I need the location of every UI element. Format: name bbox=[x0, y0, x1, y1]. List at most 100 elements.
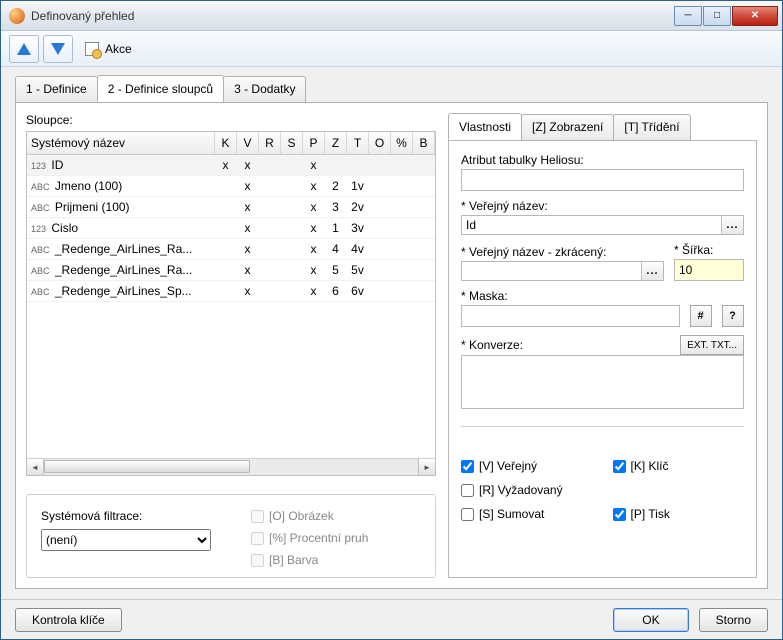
col-pct[interactable]: % bbox=[391, 132, 413, 155]
cell-r[interactable] bbox=[259, 260, 281, 281]
maska-help-button[interactable]: ? bbox=[722, 305, 744, 327]
col-z[interactable]: Z bbox=[325, 132, 347, 155]
tab-definice-sloupcu[interactable]: 2 - Definice sloupců bbox=[97, 75, 224, 102]
cell-pct[interactable] bbox=[391, 176, 413, 197]
cell-sysname[interactable]: 123 ID bbox=[27, 155, 215, 176]
chk-verejny[interactable]: [V] Veřejný bbox=[461, 459, 593, 473]
cell-p[interactable]: x bbox=[303, 155, 325, 176]
chk-klic-input[interactable] bbox=[613, 460, 626, 473]
storno-button[interactable]: Storno bbox=[699, 608, 768, 632]
col-p[interactable]: P bbox=[303, 132, 325, 155]
sirka-input[interactable] bbox=[674, 259, 744, 281]
col-t[interactable]: T bbox=[347, 132, 369, 155]
cell-v[interactable]: x bbox=[237, 197, 259, 218]
cell-pct[interactable] bbox=[391, 155, 413, 176]
chk-vyzadovany-input[interactable] bbox=[461, 484, 474, 497]
chk-klic[interactable]: [K] Klíč bbox=[613, 459, 745, 473]
cell-s[interactable] bbox=[281, 239, 303, 260]
maska-input[interactable] bbox=[461, 305, 680, 327]
maska-hash-button[interactable]: # bbox=[690, 305, 712, 327]
cell-s[interactable] bbox=[281, 218, 303, 239]
cell-t[interactable]: 2v bbox=[347, 197, 369, 218]
cell-k[interactable] bbox=[215, 197, 237, 218]
verejny-zkraceny-ellipsis-button[interactable]: ... bbox=[641, 262, 663, 280]
maximize-button[interactable]: □ bbox=[703, 6, 731, 26]
cell-t[interactable]: 6v bbox=[347, 281, 369, 302]
col-o[interactable]: O bbox=[369, 132, 391, 155]
cell-p[interactable]: x bbox=[303, 260, 325, 281]
cell-z[interactable]: 6 bbox=[325, 281, 347, 302]
scroll-right-button[interactable]: ► bbox=[418, 459, 435, 475]
cell-o[interactable] bbox=[369, 155, 391, 176]
chk-barva-input[interactable] bbox=[251, 554, 264, 567]
cell-o[interactable] bbox=[369, 260, 391, 281]
cell-sysname[interactable]: 123 Cislo bbox=[27, 218, 215, 239]
cell-t[interactable]: 3v bbox=[347, 218, 369, 239]
cell-v[interactable]: x bbox=[237, 176, 259, 197]
cell-v[interactable]: x bbox=[237, 155, 259, 176]
chk-obrazek-input[interactable] bbox=[251, 510, 264, 523]
cell-r[interactable] bbox=[259, 155, 281, 176]
tab-zobrazeni[interactable]: [Z] Zobrazení bbox=[521, 114, 614, 141]
chk-tisk[interactable]: [P] Tisk bbox=[613, 507, 745, 521]
cell-b[interactable] bbox=[413, 176, 435, 197]
cell-o[interactable] bbox=[369, 239, 391, 260]
cell-pct[interactable] bbox=[391, 218, 413, 239]
cell-pct[interactable] bbox=[391, 197, 413, 218]
chk-verejny-input[interactable] bbox=[461, 460, 474, 473]
cell-sysname[interactable]: ABC Prijmeni (100) bbox=[27, 197, 215, 218]
cell-v[interactable]: x bbox=[237, 260, 259, 281]
cell-b[interactable] bbox=[413, 155, 435, 176]
cell-s[interactable] bbox=[281, 155, 303, 176]
cell-pct[interactable] bbox=[391, 260, 413, 281]
cell-b[interactable] bbox=[413, 218, 435, 239]
cell-t[interactable]: 5v bbox=[347, 260, 369, 281]
cell-z[interactable]: 3 bbox=[325, 197, 347, 218]
tab-vlastnosti[interactable]: Vlastnosti bbox=[448, 113, 522, 140]
cell-v[interactable]: x bbox=[237, 218, 259, 239]
col-r[interactable]: R bbox=[259, 132, 281, 155]
cell-b[interactable] bbox=[413, 260, 435, 281]
cell-r[interactable] bbox=[259, 281, 281, 302]
col-sysname[interactable]: Systémový název bbox=[27, 132, 215, 155]
cell-z[interactable]: 5 bbox=[325, 260, 347, 281]
cell-s[interactable] bbox=[281, 197, 303, 218]
cell-o[interactable] bbox=[369, 197, 391, 218]
cell-o[interactable] bbox=[369, 176, 391, 197]
col-b[interactable]: B bbox=[413, 132, 435, 155]
cell-p[interactable]: x bbox=[303, 218, 325, 239]
minimize-button[interactable]: ─ bbox=[674, 6, 702, 26]
cell-r[interactable] bbox=[259, 239, 281, 260]
cell-z[interactable]: 4 bbox=[325, 239, 347, 260]
chk-vyzadovany[interactable]: [R] Vyžadovaný bbox=[461, 483, 593, 497]
cell-r[interactable] bbox=[259, 218, 281, 239]
cell-p[interactable]: x bbox=[303, 176, 325, 197]
kontrola-klice-button[interactable]: Kontrola klíče bbox=[15, 608, 122, 632]
cell-p[interactable]: x bbox=[303, 281, 325, 302]
chk-tisk-input[interactable] bbox=[613, 508, 626, 521]
horizontal-scrollbar[interactable]: ◄ ► bbox=[27, 458, 435, 475]
col-v[interactable]: V bbox=[237, 132, 259, 155]
cell-k[interactable] bbox=[215, 260, 237, 281]
scroll-thumb[interactable] bbox=[44, 460, 250, 473]
cell-t[interactable] bbox=[347, 155, 369, 176]
chk-sumovat-input[interactable] bbox=[461, 508, 474, 521]
cell-v[interactable]: x bbox=[237, 239, 259, 260]
chk-sumovat[interactable]: [S] Sumovat bbox=[461, 507, 593, 521]
cell-pct[interactable] bbox=[391, 239, 413, 260]
cell-v[interactable]: x bbox=[237, 281, 259, 302]
cell-k[interactable] bbox=[215, 218, 237, 239]
verejny-nazev-ellipsis-button[interactable]: ... bbox=[721, 216, 743, 234]
table-row[interactable]: ABC Jmeno (100)xx21v bbox=[27, 176, 435, 197]
cell-t[interactable]: 4v bbox=[347, 239, 369, 260]
ok-button[interactable]: OK bbox=[613, 608, 688, 632]
col-s[interactable]: S bbox=[281, 132, 303, 155]
cell-b[interactable] bbox=[413, 239, 435, 260]
cell-k[interactable] bbox=[215, 239, 237, 260]
cell-sysname[interactable]: ABC Jmeno (100) bbox=[27, 176, 215, 197]
tab-dodatky[interactable]: 3 - Dodatky bbox=[223, 76, 306, 103]
cell-b[interactable] bbox=[413, 197, 435, 218]
verejny-nazev-input[interactable] bbox=[462, 216, 721, 234]
chk-barva[interactable]: [B] Barva bbox=[251, 553, 368, 567]
move-up-button[interactable] bbox=[9, 35, 39, 63]
